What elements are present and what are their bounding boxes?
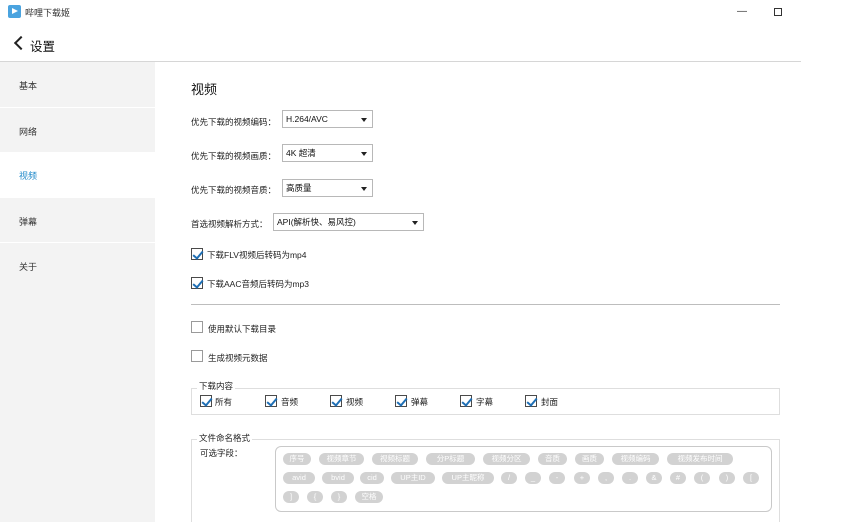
field-tag[interactable]: avid — [283, 472, 315, 484]
content-cover-label: 封面 — [541, 397, 559, 407]
sidebar-item-about[interactable]: 关于 — [0, 243, 155, 287]
field-tag[interactable]: 音质 — [538, 453, 567, 465]
content-subtitle-checkbox[interactable] — [460, 395, 472, 407]
field-tag[interactable]: & — [646, 472, 662, 484]
sidebar-item-label: 弹幕 — [19, 217, 38, 227]
settings-panel: 视频 优先下载的视频编码： H.264/AVC 优先下载的视频画质： 4K 超清… — [155, 62, 801, 522]
content-subtitle-label: 字幕 — [476, 397, 494, 407]
aac-to-mp3-label: 下载AAC音频后转码为mp3 — [207, 279, 310, 289]
sidebar-item-basic[interactable]: 基本 — [0, 62, 155, 107]
field-tag[interactable]: 分P标题 — [426, 453, 475, 465]
content-audio-label: 音频 — [281, 397, 299, 407]
content-danmaku-label: 弹幕 — [411, 397, 429, 407]
maximize-button[interactable] — [770, 4, 786, 20]
aac-to-mp3-checkbox[interactable] — [191, 277, 203, 289]
field-tag[interactable]: bvid — [322, 472, 354, 484]
field-tag[interactable]: } — [331, 491, 347, 503]
quality-select[interactable]: 4K 超清 — [282, 144, 373, 162]
field-tag[interactable]: ( — [694, 472, 710, 484]
sidebar-item-video[interactable]: 视频 — [0, 152, 155, 198]
content-danmaku-checkbox[interactable] — [395, 395, 407, 407]
field-tag[interactable]: / — [501, 472, 517, 484]
field-tag[interactable]: 视频编码 — [612, 453, 659, 465]
sidebar-item-label: 基本 — [19, 81, 38, 91]
audio-select[interactable]: 高质量 — [282, 179, 373, 197]
maximize-icon — [774, 8, 782, 16]
field-tag[interactable]: cid — [360, 472, 384, 484]
field-tag[interactable]: 序号 — [283, 453, 311, 465]
quality-label: 优先下载的视频画质： — [191, 151, 277, 161]
sidebar-item-label: 视频 — [19, 171, 38, 181]
field-tag[interactable]: [ — [743, 472, 759, 484]
parse-select[interactable]: API(解析快、易风控) — [273, 213, 424, 231]
chevron-down-icon — [412, 221, 418, 225]
back-arrow-icon[interactable] — [12, 35, 24, 51]
field-tag[interactable]: UP主ID — [391, 472, 435, 484]
section-divider — [191, 304, 780, 305]
content-all-label: 所有 — [215, 397, 233, 407]
content-cover-checkbox[interactable] — [525, 395, 537, 407]
chevron-down-icon — [361, 187, 367, 191]
content-video-checkbox[interactable] — [330, 395, 342, 407]
sidebar-item-danmaku[interactable]: 弹幕 — [0, 198, 155, 242]
file-naming-title: 文件命名格式 — [197, 432, 253, 444]
metadata-label: 生成视频元数据 — [208, 353, 268, 363]
field-tag[interactable]: { — [307, 491, 323, 503]
field-tag[interactable]: 视频发布时间 — [667, 453, 733, 465]
app-logo-icon — [8, 5, 21, 18]
field-tag[interactable]: , — [598, 472, 614, 484]
field-tag[interactable]: 画质 — [575, 453, 604, 465]
download-content-title: 下载内容 — [197, 380, 236, 392]
audio-label: 优先下载的视频音质： — [191, 185, 277, 195]
field-tag[interactable]: + — [574, 472, 590, 484]
section-title: 视频 — [191, 82, 218, 97]
default-dir-checkbox[interactable] — [191, 321, 203, 333]
content-audio-checkbox[interactable] — [265, 395, 277, 407]
codec-label: 优先下载的视频编码： — [191, 117, 277, 127]
field-tag[interactable]: . — [622, 472, 638, 484]
codec-value: H.264/AVC — [286, 114, 328, 124]
sidebar-item-network[interactable]: 网络 — [0, 108, 155, 152]
chevron-down-icon — [361, 118, 367, 122]
parse-value: API(解析快、易风控) — [277, 217, 356, 227]
field-tag[interactable]: UP主昵称 — [442, 472, 494, 484]
flv-to-mp4-checkbox[interactable] — [191, 248, 203, 260]
quality-value: 4K 超清 — [286, 148, 316, 158]
field-tag[interactable]: _ — [525, 472, 541, 484]
field-tag[interactable]: ) — [719, 472, 735, 484]
parse-label: 首选视频解析方式： — [191, 219, 268, 229]
title-bar: 哔哩下载姬 — — [0, 0, 849, 24]
field-tag[interactable]: 视频分区 — [483, 453, 530, 465]
metadata-checkbox[interactable] — [191, 350, 203, 362]
codec-select[interactable]: H.264/AVC — [282, 110, 373, 128]
content-video-label: 视频 — [346, 397, 364, 407]
field-tag[interactable]: # — [670, 472, 686, 484]
chevron-down-icon — [361, 152, 367, 156]
app-title: 哔哩下载姬 — [25, 8, 71, 18]
sidebar: 基本 网络 视频 弹幕 关于 — [0, 62, 155, 522]
page-title: 设置 — [30, 40, 56, 54]
sidebar-item-label: 网络 — [19, 127, 38, 137]
flv-to-mp4-label: 下载FLV视频后转码为mp4 — [207, 250, 307, 260]
field-tag[interactable]: 空格 — [355, 491, 383, 503]
page-header: 设置 — [0, 28, 800, 56]
audio-value: 高质量 — [286, 183, 312, 193]
field-tag[interactable]: 视频标题 — [372, 453, 418, 465]
field-tag[interactable]: 视频章节 — [319, 453, 364, 465]
optional-fields-label: 可选字段： — [200, 448, 243, 458]
field-tag[interactable]: - — [549, 472, 565, 484]
sidebar-item-label: 关于 — [19, 262, 38, 272]
field-tag[interactable]: ] — [283, 491, 299, 503]
default-dir-label: 使用默认下载目录 — [208, 324, 277, 334]
content-all-checkbox[interactable] — [200, 395, 212, 407]
minimize-button[interactable]: — — [734, 4, 750, 20]
